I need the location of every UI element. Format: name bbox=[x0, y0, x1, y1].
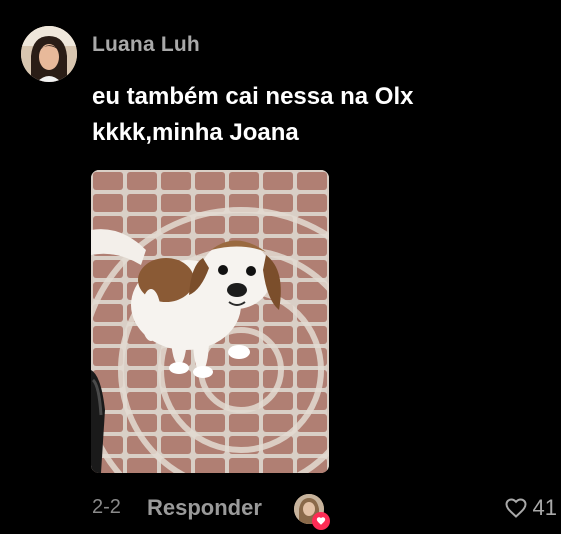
like-button[interactable]: 41 bbox=[503, 493, 557, 523]
author-name[interactable]: Luana Luh bbox=[92, 33, 200, 57]
comment-text-line-1: eu também cai nessa na Olx bbox=[92, 83, 414, 110]
like-count: 41 bbox=[532, 495, 557, 520]
comment-date: 2-2 bbox=[92, 496, 121, 518]
comment-footer: 2-2 Responder 41 bbox=[92, 493, 557, 530]
dog-photo-image bbox=[91, 170, 329, 473]
comment-text: eu também cai nessa na Olx kkkk,minha Jo… bbox=[92, 79, 532, 151]
heart-outline-icon bbox=[505, 498, 527, 518]
creator-liked-avatar bbox=[294, 494, 330, 530]
comment-item: Luana Luh eu também cai nessa na Olx kkk… bbox=[0, 0, 561, 534]
avatar-image bbox=[21, 26, 77, 82]
heart-filled-icon bbox=[312, 512, 330, 530]
reply-button[interactable]: Responder bbox=[147, 495, 262, 521]
author-avatar[interactable] bbox=[21, 26, 77, 82]
comment-text-line-2: kkkk,minha Joana bbox=[92, 119, 299, 146]
comment-photo[interactable] bbox=[91, 170, 329, 473]
